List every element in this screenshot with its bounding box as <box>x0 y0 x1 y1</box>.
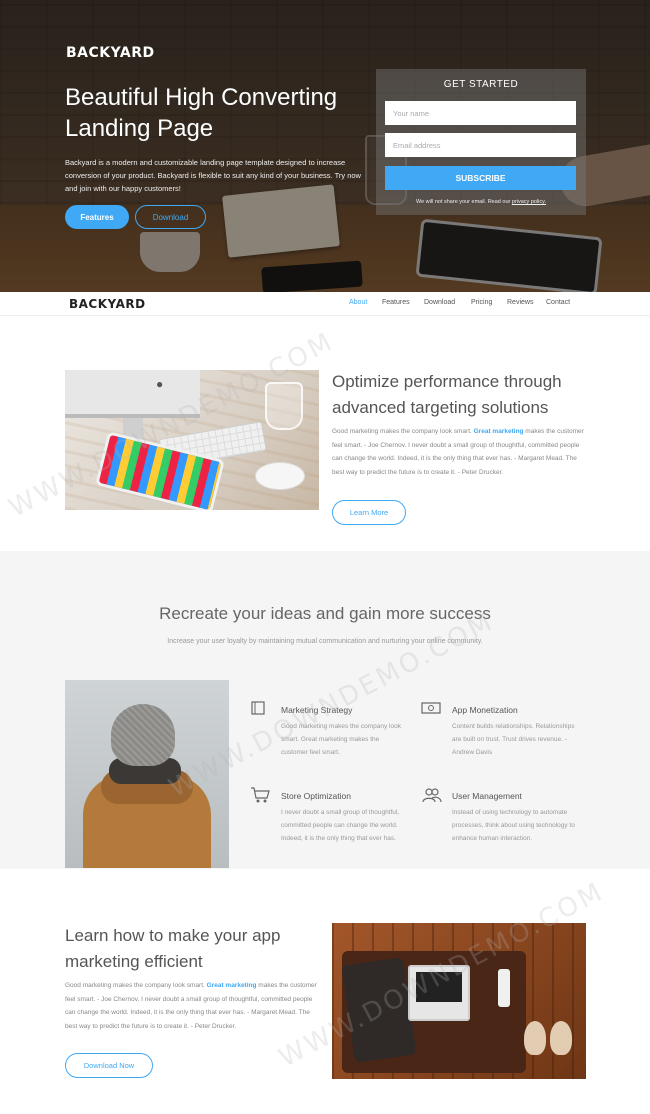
nav-item-pricing[interactable]: Pricing <box>471 299 492 306</box>
apple-logo-icon: ● <box>156 377 164 391</box>
imac-image <box>65 370 200 418</box>
section3-text-end: makes the customer feel smart. - Joe Che… <box>65 982 317 1030</box>
laptop-screen <box>416 972 462 1002</box>
nav-item-reviews[interactable]: Reviews <box>507 299 533 306</box>
nav-item-contact[interactable]: Contact <box>546 299 570 306</box>
privacy-note: We will not share your email. Read our p… <box>376 199 586 205</box>
hero-title: Beautiful High Converting Landing Page <box>65 84 338 142</box>
signup-title: GET STARTED <box>443 79 519 90</box>
section1-text-start: Good marketing makes the company look sm… <box>332 428 474 435</box>
signup-form: GET STARTED Your name Email address SUBS… <box>376 69 586 215</box>
learn-more-button[interactable]: Learn More <box>332 500 406 525</box>
slipper-left <box>524 1021 546 1055</box>
privacy-policy-link[interactable]: privacy policy. <box>512 199 546 205</box>
download-now-button[interactable]: Download Now <box>65 1053 153 1078</box>
nav-logo[interactable]: BACKYARD <box>69 297 146 311</box>
privacy-note-text: We will not share your email. Read our <box>415 199 511 205</box>
section1-text: Good marketing makes the company look sm… <box>332 425 588 479</box>
person-hat-image <box>65 680 229 868</box>
nav-item-about[interactable]: About <box>349 299 367 306</box>
living-room-image <box>332 923 586 1079</box>
slipper-right <box>550 1021 572 1055</box>
feature-title-marketing-strategy: Marketing Strategy <box>281 705 353 715</box>
section1-text-highlight: Great marketing <box>473 428 524 435</box>
section2-title: Recreate your ideas and gain more succes… <box>159 604 491 623</box>
money-icon <box>421 699 441 717</box>
users-icon <box>421 786 443 804</box>
name-input[interactable]: Your name <box>385 101 576 125</box>
remote-image <box>498 969 510 1007</box>
feature-title-user-management: User Management <box>452 791 522 801</box>
feature-text-app-monetization: Content builds relationships. Relationsh… <box>452 723 575 756</box>
navbar: BACKYARD About Features Download Pricing… <box>0 292 650 316</box>
email-input[interactable]: Email address <box>385 133 576 157</box>
laptop-image <box>408 965 470 1021</box>
feature-title-app-monetization: App Monetization <box>452 705 518 715</box>
download-button[interactable]: Download <box>135 205 206 229</box>
section3-text-start: Good marketing makes the company look sm… <box>65 982 207 989</box>
hero-description: Backyard is a modern and customizable la… <box>65 158 361 193</box>
section3-text-highlight: Great marketing <box>206 982 257 989</box>
section2-subtitle: Increase your user loyalty by maintainin… <box>167 638 483 645</box>
feature-text-store-optimization: I never doubt a small group of thoughtfu… <box>281 809 400 842</box>
feature-text-user-management: Instead of using technology to automate … <box>452 809 575 842</box>
nav-item-features[interactable]: Features <box>382 299 410 306</box>
cart-icon <box>249 786 271 804</box>
book-icon <box>249 699 267 717</box>
section3-text: Good marketing makes the company look sm… <box>65 979 321 1033</box>
mouse-image <box>255 462 305 490</box>
section3-title: Learn how to make your app marketing eff… <box>65 926 281 971</box>
feature-text-marketing-strategy: Good marketing makes the company look sm… <box>281 723 401 756</box>
desk-workspace-image: ● <box>65 370 319 510</box>
nav-item-download[interactable]: Download <box>424 299 455 306</box>
subscribe-button[interactable]: SUBSCRIBE <box>385 166 576 190</box>
glass-image <box>265 382 303 430</box>
features-button[interactable]: Features <box>65 205 129 229</box>
section1-title: Optimize performance through advanced ta… <box>332 372 562 417</box>
feature-title-store-optimization: Store Optimization <box>281 791 351 801</box>
hero-section: BACKYARD Beautiful High Converting Landi… <box>0 0 650 292</box>
hat-shape <box>111 704 175 766</box>
hero-logo[interactable]: BACKYARD <box>66 45 155 61</box>
section1-text-end: makes the customer feel smart. - Joe Che… <box>332 428 584 476</box>
